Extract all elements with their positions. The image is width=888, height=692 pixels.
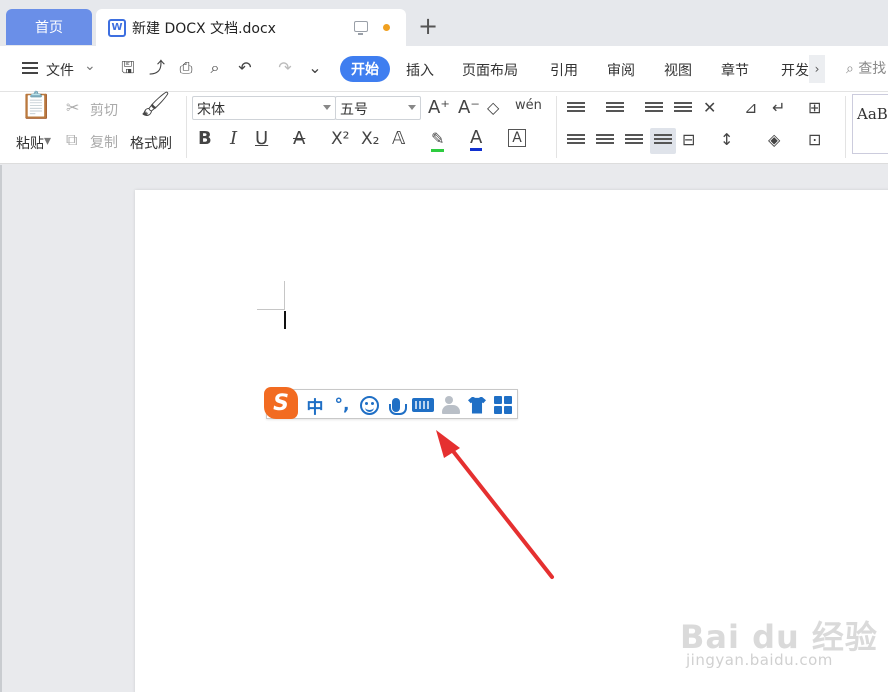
tab-bar: 首页 W 新建 DOCX 文档.docx + [0, 0, 888, 46]
chevron-down-icon[interactable]: ⌄ [84, 58, 96, 74]
font-size-select[interactable]: 五号 [335, 96, 421, 120]
ime-punctuation-toggle[interactable]: °, [331, 393, 353, 417]
undo-icon[interactable]: ↶ [236, 59, 254, 77]
microphone-icon[interactable] [386, 393, 407, 417]
emoji-icon[interactable] [358, 393, 380, 417]
menu-bar: 文件 ⌄ 🖫 ⤴ ⎙ ⌕ ↶ ↷ ⌄ 开始 插入 页面布局 引用 审阅 视图 章… [0, 46, 888, 92]
watermark-url: jingyan.baidu.com [686, 651, 833, 669]
justify-button[interactable] [650, 128, 676, 154]
chevron-down-icon [323, 105, 331, 110]
user-account-icon[interactable] [440, 393, 462, 417]
search-command[interactable]: ⌕ 查找 [846, 58, 886, 78]
scissors-icon[interactable]: ✂ [66, 98, 79, 118]
line-spacing-icon[interactable]: ↕ [720, 130, 733, 150]
monitor-icon[interactable] [354, 21, 368, 35]
chevron-right-icon[interactable]: › [809, 55, 825, 83]
tab-page-layout[interactable]: 页面布局 [462, 60, 518, 80]
search-label: 查找 [858, 61, 887, 77]
chinese-layout-icon[interactable]: ✕ [703, 98, 716, 118]
font-family-value: 宋体 [197, 102, 225, 118]
borders-icon[interactable]: ⊡ [808, 130, 821, 150]
decrease-font-icon[interactable]: A⁻ [458, 98, 480, 118]
cut-button[interactable]: 剪切 [90, 100, 118, 120]
tab-developer[interactable]: 开发 [781, 60, 809, 80]
tab-references[interactable]: 引用 [550, 60, 578, 80]
font-size-value: 五号 [340, 102, 368, 118]
document-tab-title: 新建 DOCX 文档.docx [132, 20, 276, 37]
redo-icon[interactable]: ↷ [276, 59, 294, 77]
format-painter-button[interactable]: 格式刷 [130, 133, 172, 153]
numbered-list-icon[interactable] [606, 102, 624, 116]
sogou-logo-icon[interactable]: S [264, 387, 298, 419]
new-tab-button[interactable]: + [418, 12, 438, 40]
shading-icon[interactable]: ◈ [768, 130, 780, 150]
text-effect-icon[interactable]: 𝔸 [392, 129, 405, 149]
paste-dropdown-icon[interactable]: ▾ [44, 133, 51, 149]
subscript-icon[interactable]: X₂ [361, 129, 379, 149]
align-center-icon[interactable] [596, 134, 614, 148]
left-rail [0, 165, 2, 692]
chevron-down-icon [408, 105, 416, 110]
underline-icon[interactable]: U [255, 129, 268, 149]
increase-indent-icon[interactable] [674, 102, 692, 116]
justify-icon [654, 134, 672, 148]
skin-shirt-icon[interactable] [467, 393, 487, 417]
eraser-icon[interactable]: ◇ [487, 98, 499, 118]
italic-icon[interactable]: I [230, 129, 237, 149]
save-icon[interactable]: 🖫 [119, 59, 137, 77]
tab-insert[interactable]: 插入 [406, 60, 434, 80]
bullet-list-icon[interactable] [567, 102, 585, 116]
print-icon[interactable]: ⎙ [177, 59, 195, 77]
text-cursor [284, 311, 286, 329]
clipboard-icon[interactable]: 📋 [20, 93, 52, 126]
align-left-icon[interactable] [567, 134, 585, 148]
wps-writer-icon: W [108, 18, 126, 37]
pinyin-guide-icon[interactable]: wén [515, 96, 542, 116]
copy-icon[interactable]: ⧉ [66, 130, 77, 150]
print-preview-icon[interactable]: ⌕ [206, 59, 224, 77]
tab-chapter[interactable]: 章节 [721, 60, 749, 80]
tab-home[interactable]: 首页 [6, 9, 92, 45]
table-ruler-icon[interactable]: ⊞ [808, 98, 821, 118]
toolbox-grid-icon[interactable] [493, 393, 513, 417]
font-family-select[interactable]: 宋体 [192, 96, 336, 120]
unsaved-dot-icon [383, 24, 390, 31]
style-gallery[interactable]: AaB [852, 94, 888, 154]
distributed-align-icon[interactable]: ⊟ [682, 130, 695, 150]
line-break-icon[interactable]: ↵ [772, 98, 785, 118]
tab-review[interactable]: 审阅 [607, 60, 635, 80]
export-pdf-icon[interactable]: ⤴ [148, 59, 166, 77]
tab-start[interactable]: 开始 [340, 56, 390, 82]
font-color-icon[interactable]: A [470, 128, 483, 151]
ime-mode-toggle[interactable]: 中 [305, 393, 325, 418]
decrease-indent-icon[interactable] [645, 102, 663, 116]
brush-icon[interactable]: 🖌 [140, 92, 170, 116]
paste-button[interactable]: 粘贴 [16, 133, 44, 153]
hamburger-menu-icon[interactable] [22, 62, 38, 74]
strikethrough-icon[interactable]: A [293, 129, 305, 149]
increase-font-icon[interactable]: A⁺ [428, 98, 450, 118]
char-border-icon[interactable]: A [508, 129, 526, 147]
align-right-icon[interactable] [625, 134, 643, 148]
tab-document[interactable]: W 新建 DOCX 文档.docx [96, 9, 406, 46]
bold-icon[interactable]: B [198, 129, 212, 149]
ribbon: 📋 粘贴 ▾ ✂ 剪切 ⧉ 复制 🖌 格式刷 宋体 五号 A⁺ A⁻ ◇ wén… [0, 92, 888, 164]
tab-view[interactable]: 视图 [664, 60, 692, 80]
file-menu[interactable]: 文件 [46, 60, 74, 80]
more-quick-access-icon[interactable]: ⌄ [306, 59, 324, 77]
copy-button[interactable]: 复制 [90, 132, 118, 152]
style-preview: AaB [857, 105, 888, 123]
margin-mark [257, 309, 285, 310]
superscript-icon[interactable]: X² [331, 129, 349, 149]
highlight-icon[interactable]: ✎ [431, 129, 445, 152]
margin-mark [284, 281, 285, 309]
ime-toolbar[interactable]: S 中 °, [264, 387, 518, 419]
keyboard-icon[interactable] [410, 393, 436, 417]
text-direction-icon[interactable]: ⊿ [744, 98, 757, 118]
